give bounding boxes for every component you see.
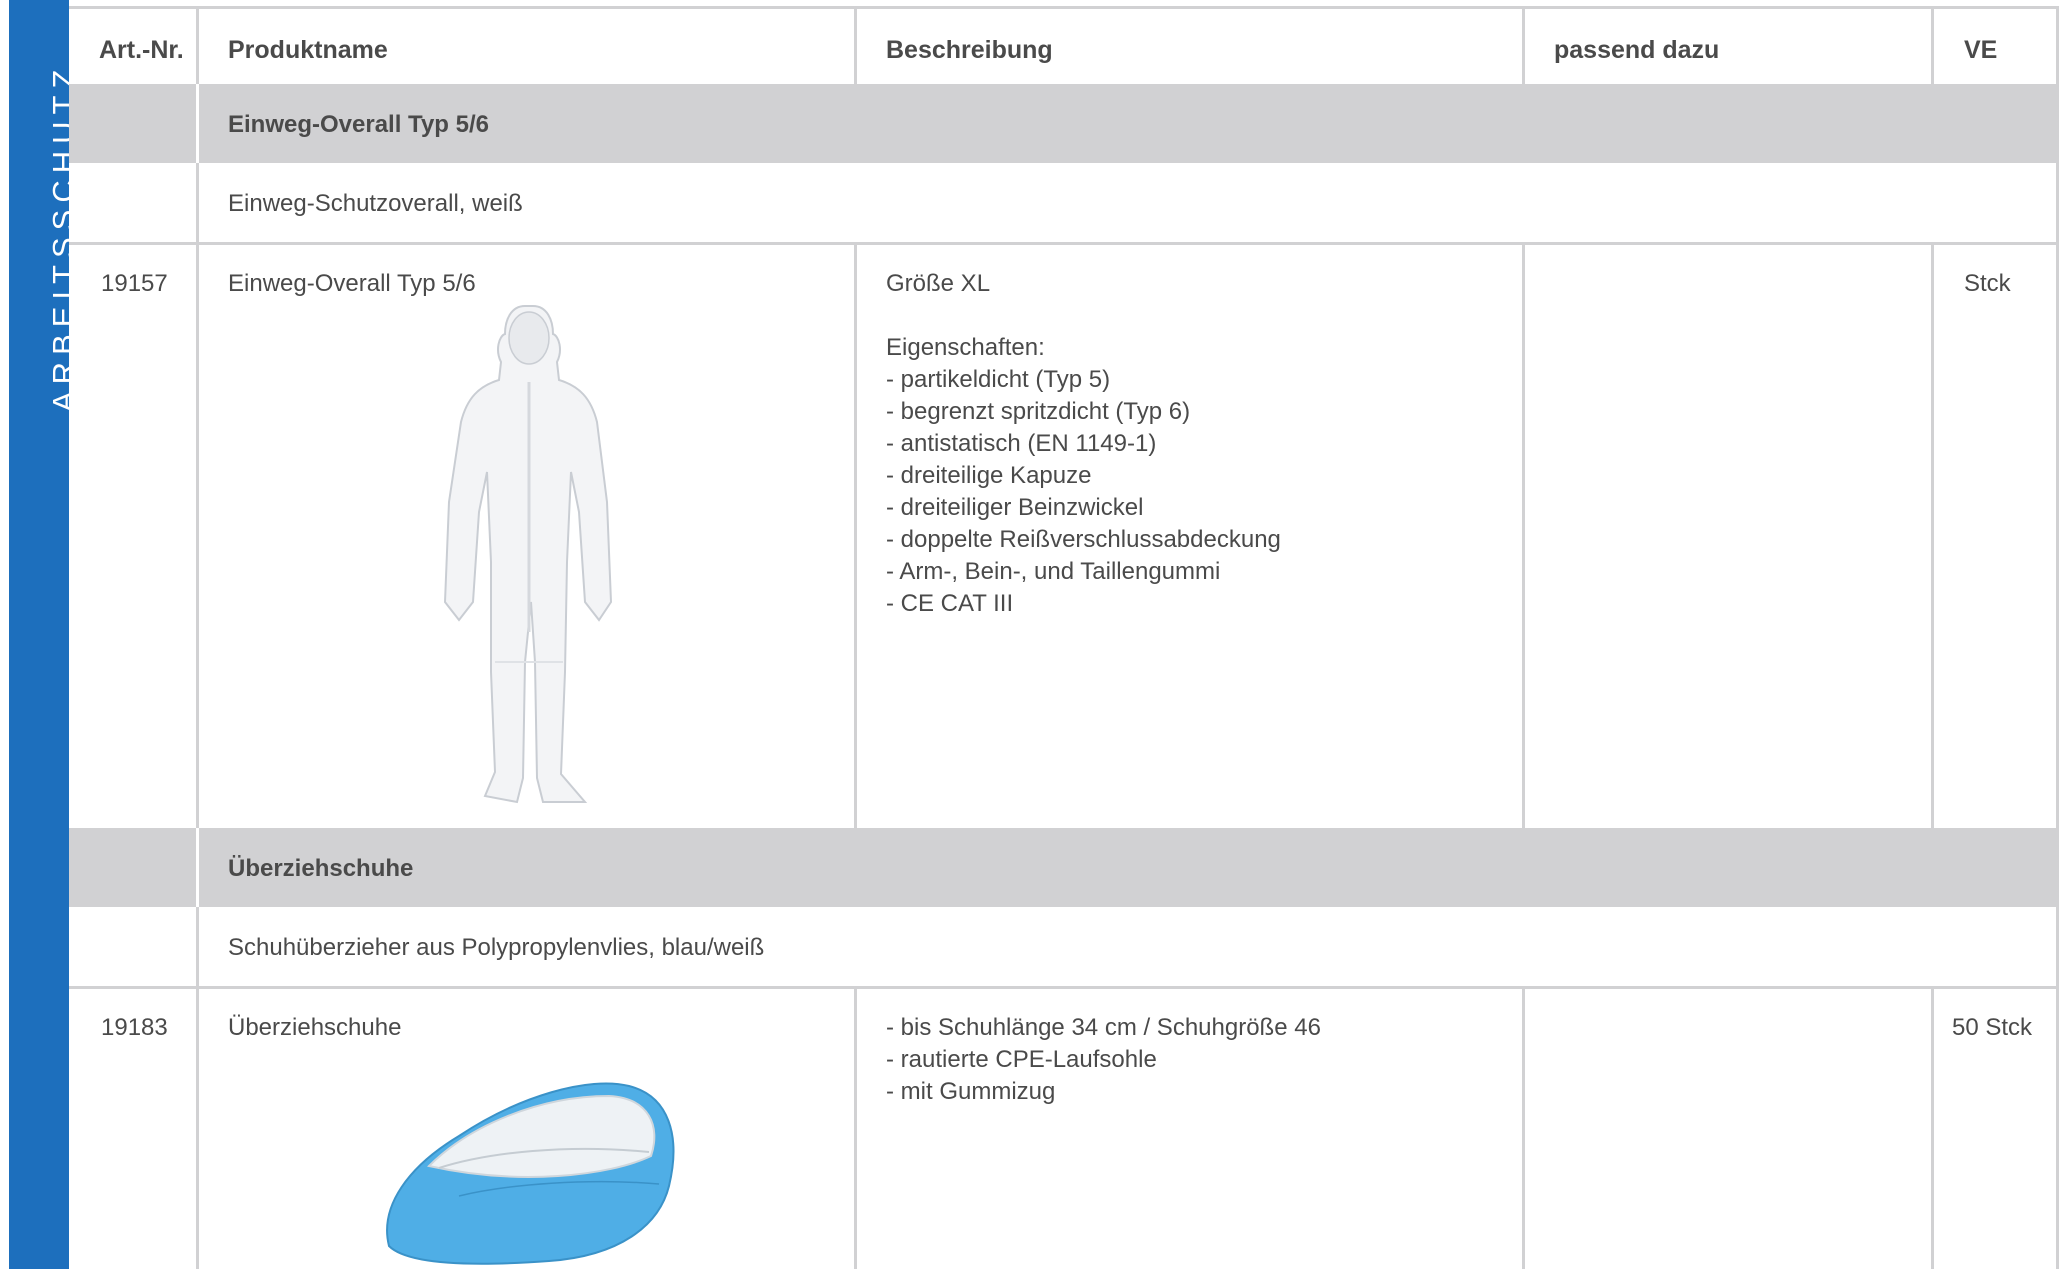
product-description: - bis Schuhlänge 34 cm / Schuhgröße 46 -… xyxy=(886,1014,1321,1105)
product-art-nr: 19183 xyxy=(101,1014,168,1041)
table-header-row: Art.-Nr. Produktname Beschreibung passen… xyxy=(69,6,2059,84)
product-ve: Stck xyxy=(1964,270,2011,297)
section-title: Überziehschuhe xyxy=(228,855,414,882)
product-passend-dazu xyxy=(1525,986,1931,1269)
section-subtitle: Einweg-Schutzoverall, weiß xyxy=(228,190,523,217)
product-row: 19157 Einweg-Overall Typ 5/6 Größe XL Ei… xyxy=(69,242,2059,828)
section-subtitle: Schuhüberzieher aus Polypropylenvlies, b… xyxy=(228,934,765,961)
product-name: Überziehschuhe xyxy=(228,1014,402,1041)
overall-product-image xyxy=(443,305,613,804)
header-beschreibung: Beschreibung xyxy=(886,36,1053,64)
shoe-cover-product-image xyxy=(386,1082,675,1265)
section-subtitle-row: Schuhüberzieher aus Polypropylenvlies, b… xyxy=(69,907,2059,986)
header-passend-dazu: passend dazu xyxy=(1554,36,1720,64)
product-description: Größe XL Eigenschaften: - partikeldicht … xyxy=(886,270,1281,617)
product-table: Art.-Nr. Produktname Beschreibung passen… xyxy=(69,6,2059,1269)
product-ve: 50 Stck xyxy=(1952,1014,2033,1041)
header-produktname: Produktname xyxy=(228,36,388,64)
header-ve: VE xyxy=(1964,36,1998,64)
section-band: Einweg-Overall Typ 5/6 xyxy=(69,84,2059,163)
section-band: Überziehschuhe xyxy=(69,828,2059,907)
category-side-tab: ARBEITSSCHUTZ xyxy=(9,0,81,1269)
product-row: 19183 Überziehschuhe - bis Schuhlänge 34… xyxy=(69,986,2059,1269)
product-passend-dazu xyxy=(1525,242,1931,828)
section-subtitle-row: Einweg-Schutzoverall, weiß xyxy=(69,163,2059,242)
header-art-nr: Art.-Nr. xyxy=(99,36,184,64)
product-name: Einweg-Overall Typ 5/6 xyxy=(228,270,476,297)
section-title: Einweg-Overall Typ 5/6 xyxy=(228,111,489,138)
product-art-nr: 19157 xyxy=(101,270,168,297)
